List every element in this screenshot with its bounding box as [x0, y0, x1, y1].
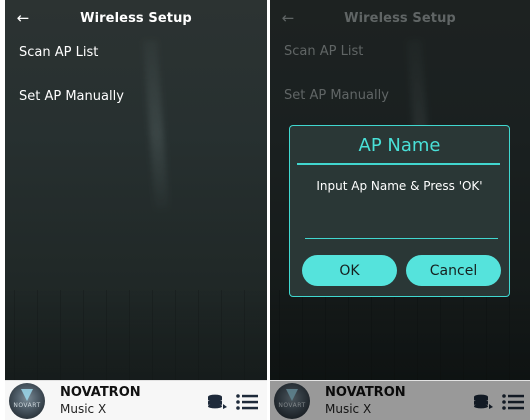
dialog-divider — [297, 163, 500, 165]
wireless-setup-screen: ← Wireless Setup Scan AP List Set AP Man… — [5, 0, 267, 420]
list-icon[interactable] — [236, 394, 258, 410]
footer-dim-overlay — [270, 381, 530, 420]
ap-name-dialog-screen: ← Wireless Setup Scan AP List Set AP Man… — [270, 0, 530, 420]
ap-name-input[interactable] — [305, 210, 498, 239]
menu-item-scan-ap-list[interactable]: Scan AP List — [19, 45, 98, 60]
ok-button[interactable]: OK — [302, 255, 397, 286]
ap-name-dialog: AP Name Input Ap Name & Press 'OK' OK Ca… — [289, 125, 510, 297]
page-title: Wireless Setup — [80, 10, 192, 26]
dialog-message: Input Ap Name & Press 'OK' — [316, 179, 483, 193]
now-playing-bar[interactable]: NOVART NOVATRON Music X — [5, 380, 267, 420]
now-playing-bar[interactable]: NOVART NOVATRON Music X — [270, 380, 530, 420]
menu-item-set-ap-manually[interactable]: Set AP Manually — [19, 89, 124, 104]
device-brand: NOVATRON — [60, 385, 141, 400]
logo-text: NOVART — [13, 402, 41, 409]
album-art-logo[interactable]: NOVART — [9, 383, 45, 419]
cancel-button[interactable]: Cancel — [406, 255, 501, 286]
dialog-title: AP Name — [358, 135, 441, 156]
device-model: Music X — [60, 402, 107, 416]
back-arrow-icon[interactable]: ← — [13, 8, 33, 28]
top-bar: ← Wireless Setup — [5, 0, 267, 36]
database-icon[interactable] — [207, 394, 229, 410]
